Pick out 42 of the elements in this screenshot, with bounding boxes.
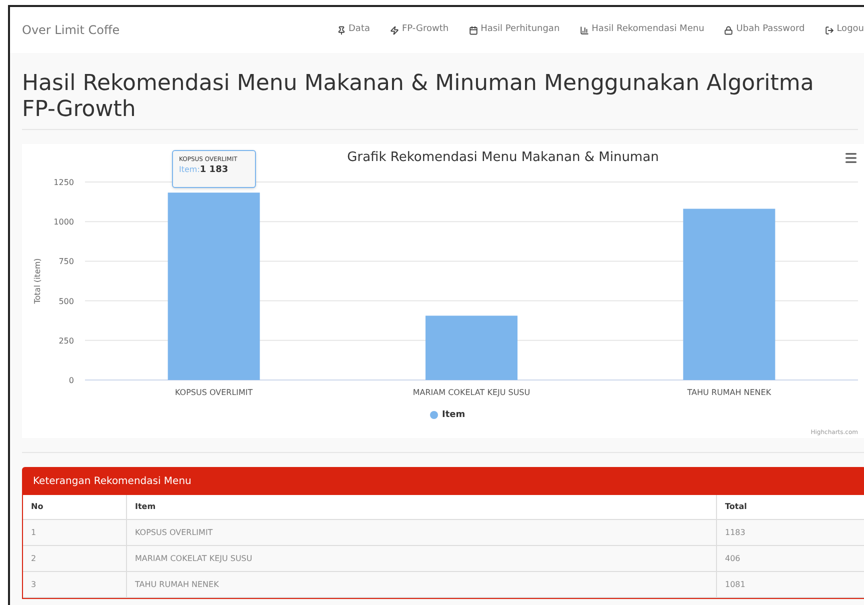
table-cell: TAHU RUMAH NENEK [126, 572, 716, 598]
calendar-icon [468, 26, 478, 34]
chart-title: Grafik Rekomendasi Menu Makanan & Minuman [347, 149, 659, 167]
category-label: MARIAM COKELAT KEJU SUSU [412, 388, 530, 397]
nav-link[interactable]: Hasil Perhitungan [468, 23, 560, 37]
bar[interactable] [426, 316, 518, 380]
bolt-icon [390, 26, 399, 34]
bar[interactable] [168, 192, 260, 380]
panel-title: Keterangan Rekomendasi Menu [33, 475, 192, 489]
logout-icon [824, 26, 834, 34]
legend-label[interactable]: Item [442, 409, 466, 422]
table-cell: KOPSUS OVERLIMIT [126, 520, 716, 546]
axis-title: Total (item) [33, 258, 42, 304]
table-cell: 406 [716, 546, 864, 572]
tooltip-label: Item: [179, 164, 200, 176]
nav-link[interactable]: Data [336, 23, 370, 37]
nav-link[interactable]: Logou [824, 23, 864, 37]
table-cell: 2 [23, 546, 126, 572]
nav-link[interactable]: Hasil Rekomendasi Menu [580, 23, 704, 37]
menu-icon[interactable] [844, 151, 858, 165]
pin-icon [336, 26, 346, 34]
table-cell: 1 [23, 520, 126, 546]
table-cell: 1081 [716, 572, 864, 598]
table-cell: 3 [23, 572, 126, 598]
tooltip-value: 1 183 [200, 164, 228, 177]
category-label: KOPSUS OVERLIMIT [174, 388, 253, 397]
page-title: Hasil Rekomendasi Menu Makanan & Minuman Menggunakan Algoritma FP-Growth [22, 71, 858, 130]
axis-tick-label: 0 [68, 376, 74, 385]
nav-link[interactable]: Ubah Password [724, 23, 805, 37]
axis-tick-label: 1000 [54, 218, 74, 227]
brand[interactable]: Over Limit Coffe [22, 21, 120, 39]
nav-link[interactable]: FP-Growth [390, 23, 449, 37]
category-label: TAHU RUMAH NENEK [687, 388, 772, 397]
axis-tick-label: 750 [58, 257, 74, 266]
bar-chart-icon [580, 26, 589, 34]
table-cell: 1183 [716, 520, 864, 546]
axis-tick-label: 250 [58, 336, 74, 346]
axis-tick-label: 1250 [54, 178, 74, 187]
axis-tick-label: 500 [58, 296, 74, 306]
lock-icon [724, 26, 734, 34]
bar[interactable] [683, 208, 776, 380]
table-cell: MARIAM COKELAT KEJU SUSU [126, 546, 716, 572]
